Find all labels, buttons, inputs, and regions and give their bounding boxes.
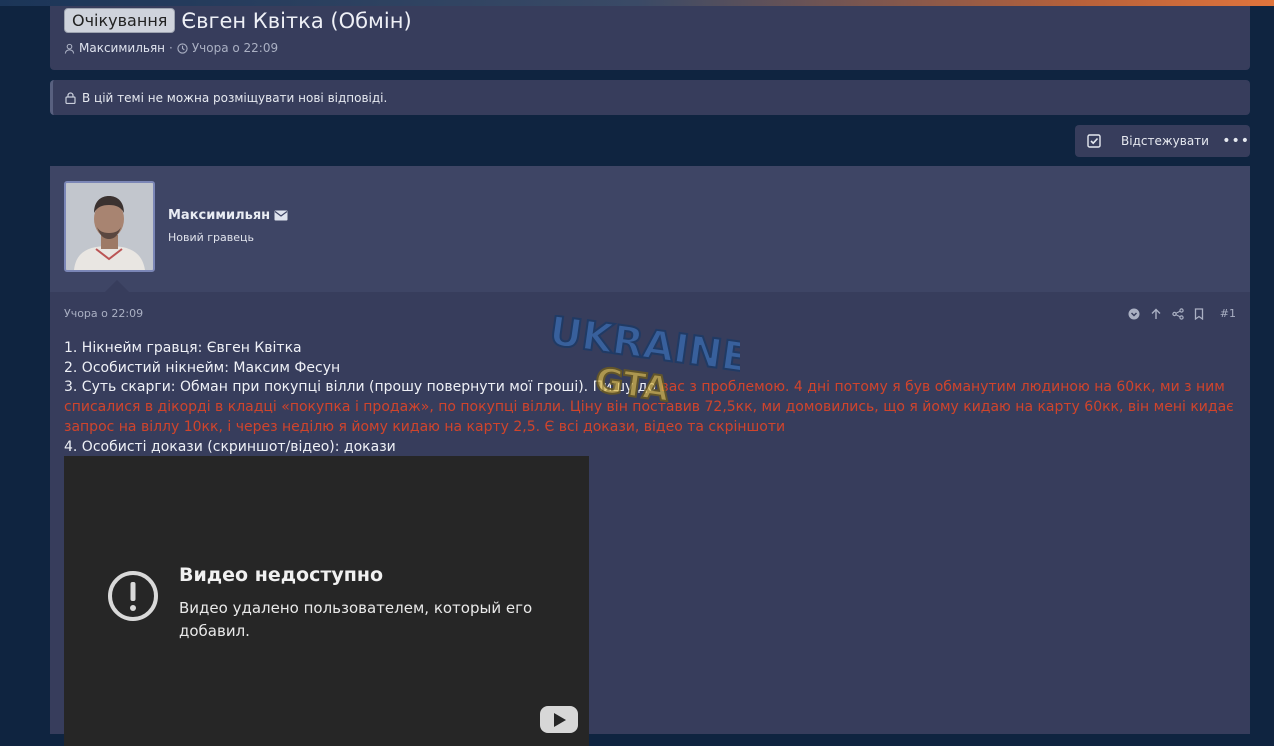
thread-actions: Відстежувати ••• (1075, 125, 1250, 157)
locked-notice-text: В цій темі не можна розміщувати нові від… (82, 90, 388, 105)
post-tools: #1 (1128, 307, 1236, 320)
video-embed[interactable]: Видео недоступно Видео удалено пользоват… (64, 456, 589, 746)
youtube-play-icon[interactable] (540, 706, 578, 733)
status-badge[interactable]: Очікування (64, 8, 176, 33)
video-title: Видео недоступно (179, 564, 384, 586)
watch-button[interactable]: Відстежувати (1075, 134, 1214, 148)
video-description: Видео удалено пользователем, который его… (179, 599, 533, 640)
post-user-header: Максимильян Новий гравець (50, 166, 1250, 292)
user-icon (64, 43, 75, 54)
bookmark-icon[interactable] (1194, 307, 1204, 320)
avatar[interactable] (64, 181, 155, 272)
page-title: Євген Квітка (Обмін) (181, 8, 412, 33)
post-line-4: 4. Особисті докази (скриншот/відео): док… (64, 438, 396, 455)
thread-header: Очікування Євген Квітка (Обмін) Максимил… (50, 6, 1250, 70)
post-username-link[interactable]: Максимильян (168, 208, 270, 223)
arrow-up-icon[interactable] (1150, 308, 1162, 320)
ukraine-gta-watermark: UKRAINE GTA (546, 315, 740, 411)
meta-separator: · (169, 41, 173, 55)
envelope-icon[interactable] (274, 210, 288, 221)
more-options-button[interactable]: ••• (1222, 133, 1250, 149)
user-title: Новий гравець (168, 231, 255, 244)
locked-notice: В цій темі не можна розміщувати нові від… (50, 80, 1250, 115)
post: Максимильян Новий гравець Учора о 22:09 … (50, 166, 1250, 746)
lock-icon (65, 91, 76, 104)
checkbox-icon (1087, 134, 1101, 148)
post-number-link[interactable]: #1 (1220, 307, 1236, 320)
post-date-link[interactable]: Учора о 22:09 (64, 307, 143, 320)
alert-icon (108, 571, 158, 621)
post-username: Максимильян (168, 208, 288, 223)
thread-time-link[interactable]: Учора о 22:09 (192, 41, 278, 55)
avatar-pointer (105, 280, 129, 292)
avatar-image (66, 183, 153, 270)
thread-author-link[interactable]: Максимильян (79, 41, 165, 55)
thread-meta: Максимильян · Учора о 22:09 (64, 41, 278, 55)
clock-icon (177, 42, 188, 54)
title-row: Очікування Євген Квітка (Обмін) (64, 8, 412, 33)
react-icon[interactable] (1128, 308, 1140, 320)
share-icon[interactable] (1172, 307, 1184, 320)
watch-button-label: Відстежувати (1121, 134, 1209, 148)
